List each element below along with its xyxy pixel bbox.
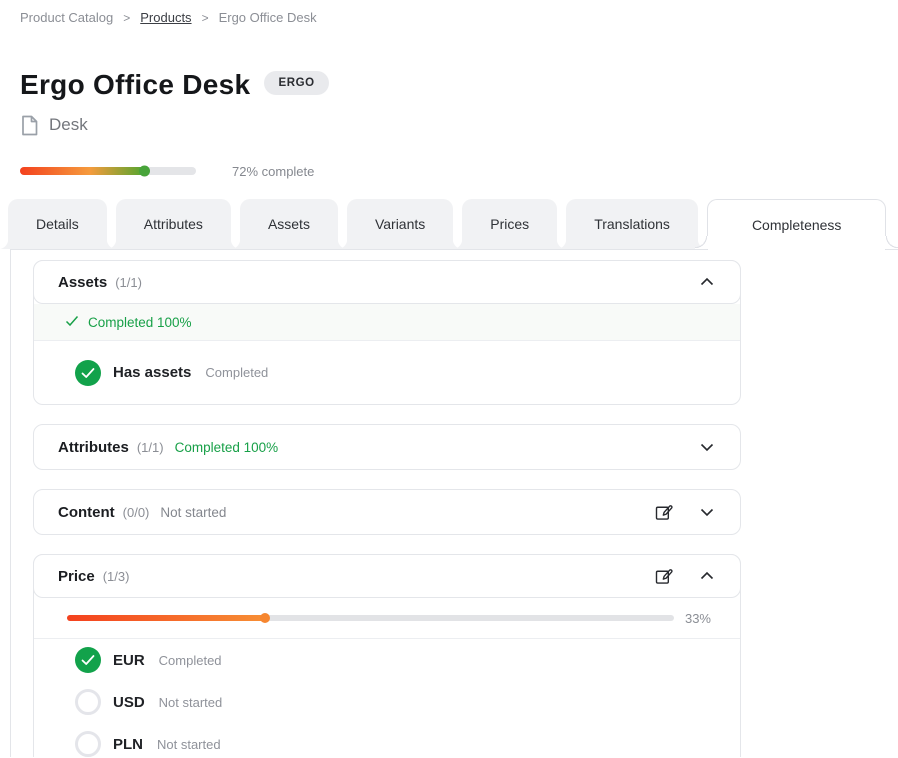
completeness-item-name: Has assets [113, 364, 191, 381]
breadcrumb-separator: > [123, 11, 130, 25]
product-type-row: Desk [20, 114, 898, 136]
price-item-usd: USD Not started [34, 681, 740, 723]
section-title: Content [58, 504, 115, 521]
currency-status: Not started [159, 695, 223, 710]
completeness-item-status: Completed [205, 365, 268, 380]
assets-item-has-assets: Has assets Completed [34, 341, 740, 404]
chevron-up-icon[interactable] [698, 273, 716, 291]
currency-name: EUR [113, 652, 145, 669]
section-title: Price [58, 568, 95, 585]
tab-translations[interactable]: Translations [566, 199, 698, 249]
section-count: (0/0) [123, 505, 150, 520]
section-assets-header[interactable]: Assets (1/1) [33, 260, 741, 304]
section-status: Completed 100% [175, 440, 279, 455]
section-count: (1/1) [137, 440, 164, 455]
section-count: (1/3) [103, 569, 130, 584]
chevron-down-icon[interactable] [698, 438, 716, 456]
section-content: Content (0/0) Not started [33, 489, 741, 535]
tab-prices[interactable]: Prices [462, 199, 557, 249]
section-title: Assets [58, 274, 107, 291]
breadcrumb-current-page: Ergo Office Desk [219, 10, 317, 25]
section-status: Not started [160, 505, 226, 520]
progress-fill [20, 167, 147, 175]
currency-name: USD [113, 694, 145, 711]
edit-icon[interactable] [653, 502, 674, 523]
check-circle-icon [75, 360, 101, 386]
breadcrumb-product-catalog[interactable]: Product Catalog [20, 10, 113, 25]
section-price: Price (1/3) 33% [33, 554, 741, 757]
check-icon [65, 314, 79, 331]
section-assets: Assets (1/1) Completed 100% Has assets C… [33, 260, 741, 405]
section-title: Attributes [58, 439, 129, 456]
edit-icon[interactable] [653, 566, 674, 587]
section-attributes: Attributes (1/1) Completed 100% [33, 424, 741, 470]
tab-variants[interactable]: Variants [347, 199, 453, 249]
product-sku-badge: ERGO [264, 71, 328, 95]
overall-progress-label: 72% complete [232, 164, 314, 179]
price-progress-fill [67, 615, 267, 621]
price-item-eur: EUR Completed [34, 639, 740, 681]
empty-circle-icon [75, 689, 101, 715]
breadcrumb: Product Catalog > Products > Ergo Office… [0, 0, 898, 25]
currency-name: PLN [113, 736, 143, 753]
document-icon [20, 115, 39, 136]
breadcrumb-products-link[interactable]: Products [140, 10, 191, 25]
breadcrumb-separator: > [202, 11, 209, 25]
price-item-pln: PLN Not started [34, 723, 740, 757]
overall-completeness-bar: 72% complete [20, 166, 898, 176]
assets-summary-label: Completed 100% [88, 315, 192, 330]
tab-bar: Details Attributes Assets Variants Price… [0, 199, 898, 249]
price-progress-track [67, 615, 674, 621]
completeness-panel: Assets (1/1) Completed 100% Has assets C… [10, 249, 898, 757]
currency-status: Completed [159, 653, 222, 668]
check-circle-icon [75, 647, 101, 673]
currency-status: Not started [157, 737, 221, 752]
page-title: Ergo Office Desk [20, 70, 250, 99]
tab-assets[interactable]: Assets [240, 199, 338, 249]
progress-track [20, 167, 196, 175]
chevron-up-icon[interactable] [698, 567, 716, 585]
section-content-header[interactable]: Content (0/0) Not started [34, 490, 740, 534]
tab-completeness[interactable]: Completeness [707, 199, 887, 250]
product-type-label: Desk [49, 115, 88, 135]
tab-attributes[interactable]: Attributes [116, 199, 231, 249]
assets-summary-row: Completed 100% [34, 304, 740, 341]
tab-details[interactable]: Details [8, 199, 107, 249]
section-price-header[interactable]: Price (1/3) [33, 554, 741, 598]
chevron-down-icon[interactable] [698, 503, 716, 521]
section-count: (1/1) [115, 275, 142, 290]
price-progress-label: 33% [683, 611, 711, 626]
title-row: Ergo Office Desk ERGO [20, 70, 898, 99]
price-progress-row: 33% [34, 598, 740, 639]
empty-circle-icon [75, 731, 101, 757]
section-attributes-header[interactable]: Attributes (1/1) Completed 100% [34, 425, 740, 469]
